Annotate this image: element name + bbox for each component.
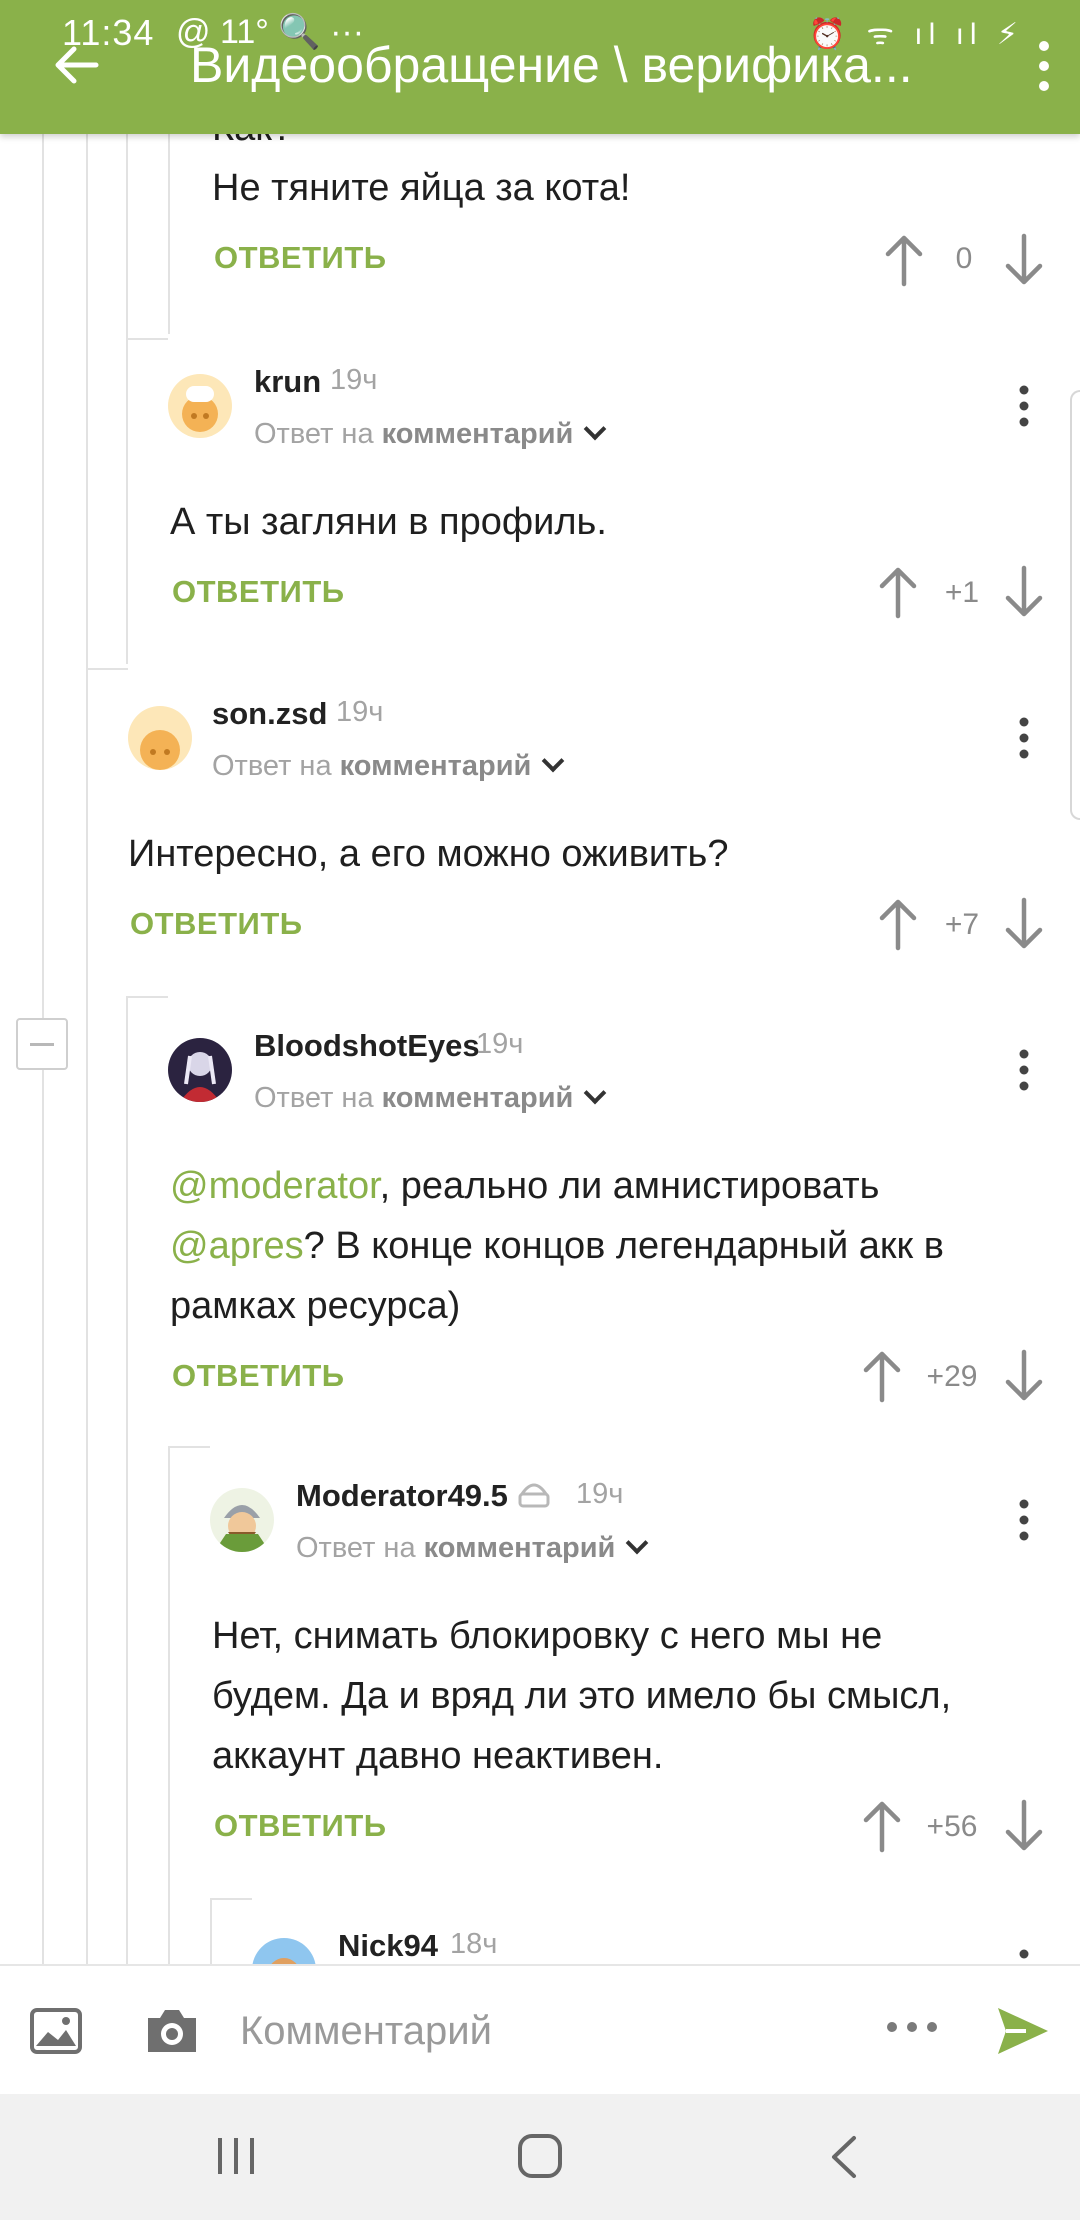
kebab-menu-icon[interactable] — [1014, 1498, 1034, 1542]
comment-time: 19ч — [576, 1478, 624, 1510]
thread-line — [86, 134, 88, 1964]
home-icon[interactable] — [516, 2132, 564, 2180]
comment-rating: +56 — [926, 1810, 978, 1843]
scroll-indicator[interactable] — [1070, 390, 1080, 820]
mention-link[interactable]: @moderator — [170, 1165, 380, 1207]
reply-to[interactable]: Ответ на комментарий — [254, 1081, 607, 1115]
comment-text-fragment: , реально ли амнистировать — [379, 1165, 880, 1207]
comment-composer — [0, 1964, 1080, 2094]
comment-text: Интересно, а его можно оживить? — [128, 833, 729, 875]
moderator-badge-icon — [518, 1483, 550, 1508]
avatar[interactable] — [168, 374, 232, 438]
thread-line — [126, 996, 128, 1964]
comment-text-fragment: ? В конце концов легендарный акк в — [303, 1225, 944, 1267]
comment-time: 19ч — [476, 1028, 524, 1060]
kebab-menu-icon[interactable] — [1014, 1048, 1034, 1092]
more-options-icon[interactable] — [1024, 36, 1064, 96]
system-nav-bar — [0, 2094, 1080, 2220]
reply-to[interactable]: Ответ на комментарий — [296, 1531, 649, 1565]
comment-input[interactable] — [240, 1998, 840, 2064]
comment-text-line: Не тяните яйца за кота! — [212, 167, 631, 209]
send-icon[interactable] — [996, 2006, 1050, 2056]
thread-connector — [126, 996, 168, 998]
comment-text-line: @moderator, реально ли амнистировать — [170, 1156, 879, 1216]
thread-line — [126, 134, 128, 664]
thread-connector — [86, 668, 128, 670]
author-name[interactable]: krun — [254, 364, 321, 400]
author-name[interactable]: BloodshotEyes — [254, 1028, 480, 1064]
reply-to-prefix: Ответ на — [254, 418, 374, 450]
comment-thread: Как? Не тяните яйца за кота! ОТВЕТИТЬ 0 … — [0, 134, 1080, 1964]
upvote-icon[interactable] — [860, 1798, 904, 1854]
comment-rating: 0 — [955, 242, 973, 275]
avatar[interactable] — [252, 1938, 316, 1964]
more-horizontal-icon[interactable] — [884, 2012, 940, 2042]
comment-rating: +29 — [926, 1360, 978, 1393]
comment-text-line: будем. Да и вряд ли это имело бы смысл, — [212, 1675, 952, 1717]
thread-line — [168, 134, 170, 334]
comment-rating: +7 — [944, 908, 980, 941]
avatar[interactable] — [168, 1038, 232, 1102]
comment-time: 19ч — [330, 364, 378, 396]
downvote-icon[interactable] — [1002, 564, 1046, 620]
chevron-down-icon — [584, 417, 607, 441]
comment-text-line: аккаунт давно неактивен. — [212, 1735, 664, 1777]
thread-line — [210, 1898, 212, 1964]
reply-to-prefix: Ответ на — [212, 750, 332, 782]
upvote-icon[interactable] — [876, 896, 920, 952]
chevron-down-icon — [542, 749, 565, 773]
downvote-icon[interactable] — [1002, 232, 1046, 288]
comment-text-line: Нет, снимать блокировку с него мы не — [212, 1615, 883, 1657]
gallery-icon[interactable] — [30, 2008, 82, 2054]
avatar[interactable] — [128, 706, 192, 770]
reply-button[interactable]: ОТВЕТИТЬ — [214, 240, 387, 276]
comment-text-line: рамках ресурса) — [170, 1285, 461, 1327]
back-icon[interactable] — [826, 2134, 862, 2180]
reply-to-prefix: Ответ на — [296, 1532, 416, 1564]
thread-line — [168, 1446, 170, 1964]
kebab-menu-icon[interactable] — [1014, 384, 1034, 428]
thread-connector — [210, 1898, 252, 1900]
comment-rating: +1 — [944, 576, 980, 609]
avatar[interactable] — [210, 1488, 274, 1552]
mention-link[interactable]: @apres — [170, 1225, 304, 1267]
comment-time: 18ч — [450, 1928, 498, 1960]
reply-to[interactable]: Ответ на комментарий — [212, 749, 565, 783]
kebab-menu-icon[interactable] — [1014, 716, 1034, 760]
comment-time: 19ч — [336, 696, 384, 728]
reply-to-target: комментарий — [423, 1532, 616, 1564]
thread-connector — [168, 1446, 210, 1448]
upvote-icon[interactable] — [860, 1348, 904, 1404]
comment-text-line: @apres? В конце концов легендарный акк в — [170, 1216, 944, 1276]
back-arrow-icon[interactable] — [52, 40, 102, 90]
comment-text: А ты загляни в профиль. — [170, 501, 607, 543]
reply-button[interactable]: ОТВЕТИТЬ — [130, 906, 303, 942]
recents-icon[interactable] — [214, 2134, 260, 2178]
reply-button[interactable]: ОТВЕТИТЬ — [172, 1358, 345, 1394]
reply-to-target: комментарий — [381, 1082, 574, 1114]
upvote-icon[interactable] — [876, 564, 920, 620]
chevron-down-icon — [584, 1081, 607, 1105]
comment-text-line: Как? — [212, 134, 293, 158]
reply-button[interactable]: ОТВЕТИТЬ — [172, 574, 345, 610]
kebab-menu-icon[interactable] — [1014, 1948, 1034, 1964]
reply-to[interactable]: Ответ на комментарий — [254, 417, 607, 451]
app-header: 11:34 @ 11° 🔍 ··· ⏰ ᯤ ıl ıl ⚡ Видеообращ… — [0, 0, 1080, 134]
thread-connector — [126, 338, 168, 340]
author-name[interactable]: son.zsd — [212, 696, 327, 732]
reply-to-prefix: Ответ на — [254, 1082, 374, 1114]
reply-button[interactable]: ОТВЕТИТЬ — [214, 1808, 387, 1844]
collapse-thread-button[interactable] — [16, 1018, 68, 1070]
page-title: Видеообращение \ верифика... — [190, 37, 913, 93]
reply-to-target: комментарий — [339, 750, 532, 782]
author-name[interactable]: Nick94 — [338, 1928, 438, 1964]
upvote-icon[interactable] — [882, 232, 926, 288]
downvote-icon[interactable] — [1002, 1798, 1046, 1854]
chevron-down-icon — [626, 1531, 649, 1555]
downvote-icon[interactable] — [1002, 1348, 1046, 1404]
downvote-icon[interactable] — [1002, 896, 1046, 952]
camera-icon[interactable] — [144, 2004, 200, 2056]
reply-to-target: комментарий — [381, 418, 574, 450]
author-name[interactable]: Moderator49.5 — [296, 1478, 508, 1514]
